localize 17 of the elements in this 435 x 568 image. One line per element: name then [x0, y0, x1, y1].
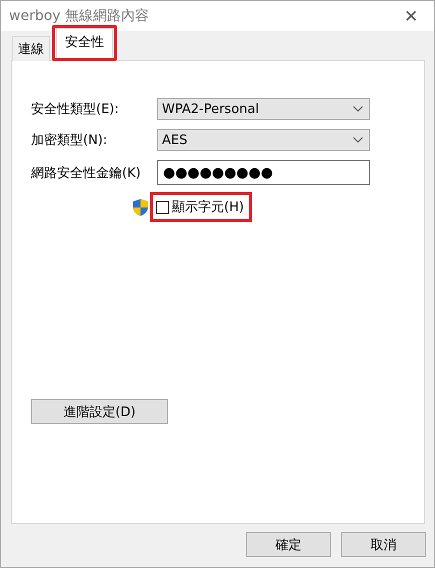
ok-button[interactable]: 確定 [246, 532, 331, 557]
field-label: 網路安全性金鑰(K) [31, 164, 142, 182]
close-button[interactable]: ✕ [400, 6, 422, 26]
tab[interactable]: 連線 [12, 36, 50, 61]
password-field[interactable]: ●●●●●●●●● [157, 160, 370, 185]
dropdown[interactable]: AES [157, 129, 370, 151]
cancel-button[interactable]: 取消 [341, 532, 426, 557]
dropdown[interactable]: WPA2-Personal [157, 98, 370, 120]
tab[interactable]: 安全性 [56, 28, 113, 58]
shield-icon [132, 198, 149, 216]
advanced-settings-button[interactable]: 進階設定(D) [31, 399, 168, 424]
show-characters-checkbox[interactable]: 顯示字元(H) [156, 198, 244, 216]
field-label: 安全性類型(E): [31, 101, 120, 118]
chevron-icon [353, 106, 363, 112]
window-title: werboy 無線網路內容 [9, 7, 150, 25]
chevron-icon [353, 137, 363, 143]
field-label: 加密類型(N): [31, 132, 108, 149]
